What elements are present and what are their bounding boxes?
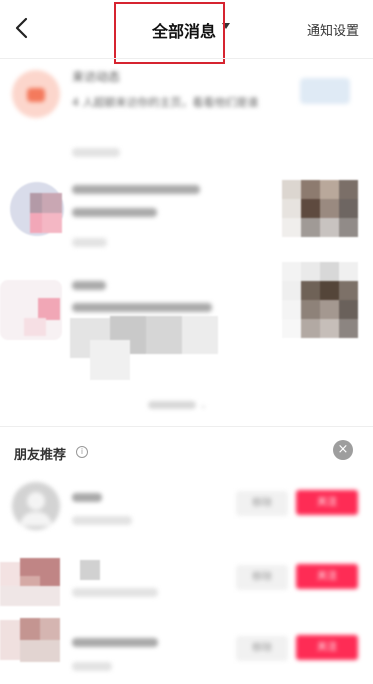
message-time [72, 238, 107, 247]
avatar-pixel [38, 298, 60, 320]
message-title-placeholder [72, 281, 106, 290]
fold-indicator[interactable]: ⌄ [148, 398, 207, 411]
message-thumbnail [300, 78, 350, 104]
notification-settings-button[interactable]: 通知设置 [307, 20, 359, 39]
follow-button[interactable]: 关注 [296, 635, 358, 660]
friend-name-placeholder [72, 493, 102, 502]
friend-subtext-placeholder [72, 662, 112, 671]
message-text: 4 人超额来访你的主页，看看他们是谁 [72, 96, 259, 109]
avatar-pixel [42, 213, 62, 233]
chevron-down-icon: ⌄ [199, 401, 208, 411]
close-icon[interactable]: × [333, 440, 353, 460]
fold-label-placeholder [148, 401, 196, 409]
header-divider [0, 58, 373, 59]
info-icon[interactable]: i [76, 446, 88, 458]
avatar-pixel [24, 318, 46, 336]
message-text-placeholder [72, 303, 212, 312]
remove-button[interactable]: 移除 [236, 636, 288, 661]
friend-name-placeholder [72, 638, 158, 647]
message-title-placeholder [72, 185, 200, 194]
remove-button[interactable]: 移除 [236, 491, 288, 516]
visitor-icon [27, 88, 45, 102]
avatar [12, 482, 60, 530]
friend-name-placeholder [80, 560, 100, 580]
friend-subtext-placeholder [72, 588, 158, 597]
follow-button[interactable]: 关注 [296, 564, 358, 589]
message-text-placeholder [72, 208, 157, 217]
friend-subtext-placeholder [72, 516, 132, 525]
follow-button[interactable]: 关注 [296, 490, 358, 515]
message-time [72, 148, 120, 157]
message-title: 来访动态 [72, 70, 121, 84]
avatar-pixel [42, 193, 62, 213]
highlight-box [114, 2, 225, 64]
section-title: 朋友推荐 [14, 448, 67, 463]
section-divider [0, 426, 373, 427]
remove-button[interactable]: 移除 [236, 565, 288, 590]
chevron-left-icon[interactable] [10, 14, 34, 42]
